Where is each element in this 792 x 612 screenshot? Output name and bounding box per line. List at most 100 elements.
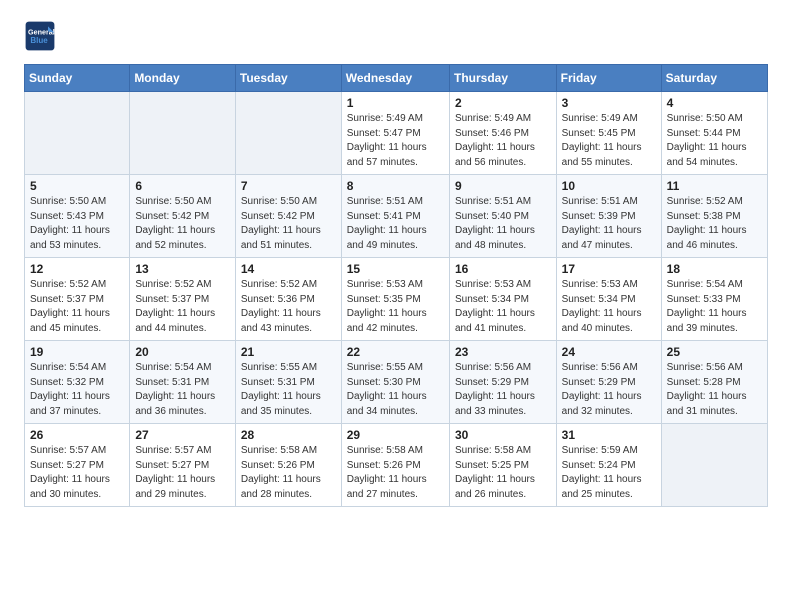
day-number: 2	[455, 96, 551, 110]
calendar-cell: 19Sunrise: 5:54 AM Sunset: 5:32 PM Dayli…	[25, 341, 130, 424]
day-info: Sunrise: 5:54 AM Sunset: 5:32 PM Dayligh…	[30, 361, 124, 419]
day-info: Sunrise: 5:49 AM Sunset: 5:46 PM Dayligh…	[455, 112, 551, 170]
calendar-cell: 20 Sunrise: 5:54 AM Sunset: 5:31 PM Dayli…	[130, 341, 236, 424]
calendar-cell: 11 Sunrise: 5:52 AM Sunset: 5:38 PM Dayli…	[661, 175, 767, 258]
day-number: 18	[667, 262, 762, 276]
day-info: Sunrise: 5:58 AM Sunset: 5:26 PM Dayligh…	[241, 444, 336, 502]
day-info: Sunrise: 5:55 AM Sunset: 5:30 PM Dayligh…	[347, 361, 444, 419]
calendar-cell: 31Sunrise: 5:59 AM Sunset: 5:24 PM Dayli…	[556, 424, 661, 507]
day-number: 14	[241, 262, 336, 276]
day-number: 8	[347, 179, 444, 193]
svg-text:General: General	[28, 27, 55, 36]
day-number: 7	[241, 179, 336, 193]
logo: General Blue	[24, 20, 56, 52]
day-number: 20	[135, 345, 230, 359]
calendar-cell: 10Sunrise: 5:51 AM Sunset: 5:39 PM Dayli…	[556, 175, 661, 258]
calendar-cell: 24 Sunrise: 5:56 AM Sunset: 5:29 PM Dayli…	[556, 341, 661, 424]
day-number: 1	[347, 96, 444, 110]
day-info: Sunrise: 5:53 AM Sunset: 5:34 PM Dayligh…	[562, 278, 656, 336]
weekday-wednesday: Wednesday	[341, 65, 449, 92]
day-info: Sunrise: 5:52 AM Sunset: 5:37 PM Dayligh…	[30, 278, 124, 336]
weekday-header-row: SundayMondayTuesdayWednesdayThursdayFrid…	[25, 65, 768, 92]
calendar-cell: 28 Sunrise: 5:58 AM Sunset: 5:26 PM Dayli…	[235, 424, 341, 507]
calendar-week-1: 5 Sunrise: 5:50 AM Sunset: 5:43 PM Daylig…	[25, 175, 768, 258]
day-number: 3	[562, 96, 656, 110]
day-info: Sunrise: 5:58 AM Sunset: 5:26 PM Dayligh…	[347, 444, 444, 502]
calendar-cell: 13 Sunrise: 5:52 AM Sunset: 5:37 PM Dayli…	[130, 258, 236, 341]
day-info: Sunrise: 5:50 AM Sunset: 5:43 PM Dayligh…	[30, 195, 124, 253]
calendar-cell: 7 Sunrise: 5:50 AM Sunset: 5:42 PM Daylig…	[235, 175, 341, 258]
calendar-week-4: 26Sunrise: 5:57 AM Sunset: 5:27 PM Dayli…	[25, 424, 768, 507]
day-number: 22	[347, 345, 444, 359]
calendar-cell: 4 Sunrise: 5:50 AM Sunset: 5:44 PM Daylig…	[661, 92, 767, 175]
calendar-cell: 21Sunrise: 5:55 AM Sunset: 5:31 PM Dayli…	[235, 341, 341, 424]
day-info: Sunrise: 5:58 AM Sunset: 5:25 PM Dayligh…	[455, 444, 551, 502]
weekday-tuesday: Tuesday	[235, 65, 341, 92]
weekday-saturday: Saturday	[661, 65, 767, 92]
calendar-cell	[661, 424, 767, 507]
weekday-thursday: Thursday	[449, 65, 556, 92]
day-number: 13	[135, 262, 230, 276]
day-number: 30	[455, 428, 551, 442]
day-number: 29	[347, 428, 444, 442]
day-info: Sunrise: 5:52 AM Sunset: 5:37 PM Dayligh…	[135, 278, 230, 336]
day-info: Sunrise: 5:57 AM Sunset: 5:27 PM Dayligh…	[30, 444, 124, 502]
calendar-cell: 16 Sunrise: 5:53 AM Sunset: 5:34 PM Dayli…	[449, 258, 556, 341]
day-info: Sunrise: 5:50 AM Sunset: 5:42 PM Dayligh…	[241, 195, 336, 253]
calendar-week-2: 12 Sunrise: 5:52 AM Sunset: 5:37 PM Dayli…	[25, 258, 768, 341]
calendar-cell: 1 Sunrise: 5:49 AM Sunset: 5:47 PM Daylig…	[341, 92, 449, 175]
calendar-week-0: 1 Sunrise: 5:49 AM Sunset: 5:47 PM Daylig…	[25, 92, 768, 175]
day-info: Sunrise: 5:49 AM Sunset: 5:45 PM Dayligh…	[562, 112, 656, 170]
calendar-cell: 3 Sunrise: 5:49 AM Sunset: 5:45 PM Daylig…	[556, 92, 661, 175]
day-number: 12	[30, 262, 124, 276]
day-number: 5	[30, 179, 124, 193]
calendar-cell: 22 Sunrise: 5:55 AM Sunset: 5:30 PM Dayli…	[341, 341, 449, 424]
day-info: Sunrise: 5:54 AM Sunset: 5:33 PM Dayligh…	[667, 278, 762, 336]
day-info: Sunrise: 5:56 AM Sunset: 5:29 PM Dayligh…	[562, 361, 656, 419]
day-number: 24	[562, 345, 656, 359]
calendar-week-3: 19Sunrise: 5:54 AM Sunset: 5:32 PM Dayli…	[25, 341, 768, 424]
weekday-friday: Friday	[556, 65, 661, 92]
day-info: Sunrise: 5:53 AM Sunset: 5:34 PM Dayligh…	[455, 278, 551, 336]
day-number: 11	[667, 179, 762, 193]
day-info: Sunrise: 5:51 AM Sunset: 5:40 PM Dayligh…	[455, 195, 551, 253]
calendar-cell	[25, 92, 130, 175]
day-number: 23	[455, 345, 551, 359]
day-info: Sunrise: 5:53 AM Sunset: 5:35 PM Dayligh…	[347, 278, 444, 336]
day-info: Sunrise: 5:54 AM Sunset: 5:31 PM Dayligh…	[135, 361, 230, 419]
calendar-cell: 27Sunrise: 5:57 AM Sunset: 5:27 PM Dayli…	[130, 424, 236, 507]
day-info: Sunrise: 5:49 AM Sunset: 5:47 PM Dayligh…	[347, 112, 444, 170]
header: General Blue	[24, 20, 768, 52]
calendar-cell: 23Sunrise: 5:56 AM Sunset: 5:29 PM Dayli…	[449, 341, 556, 424]
day-number: 27	[135, 428, 230, 442]
calendar-cell: 18 Sunrise: 5:54 AM Sunset: 5:33 PM Dayli…	[661, 258, 767, 341]
calendar: SundayMondayTuesdayWednesdayThursdayFrid…	[24, 64, 768, 507]
day-number: 17	[562, 262, 656, 276]
calendar-cell: 5 Sunrise: 5:50 AM Sunset: 5:43 PM Daylig…	[25, 175, 130, 258]
day-info: Sunrise: 5:52 AM Sunset: 5:38 PM Dayligh…	[667, 195, 762, 253]
day-info: Sunrise: 5:50 AM Sunset: 5:44 PM Dayligh…	[667, 112, 762, 170]
calendar-cell: 2 Sunrise: 5:49 AM Sunset: 5:46 PM Daylig…	[449, 92, 556, 175]
calendar-cell	[130, 92, 236, 175]
day-number: 4	[667, 96, 762, 110]
page: General Blue SundayMondayTuesdayWednesda…	[0, 0, 792, 527]
day-info: Sunrise: 5:59 AM Sunset: 5:24 PM Dayligh…	[562, 444, 656, 502]
day-number: 15	[347, 262, 444, 276]
calendar-cell: 15 Sunrise: 5:53 AM Sunset: 5:35 PM Dayli…	[341, 258, 449, 341]
day-info: Sunrise: 5:52 AM Sunset: 5:36 PM Dayligh…	[241, 278, 336, 336]
calendar-cell: 25Sunrise: 5:56 AM Sunset: 5:28 PM Dayli…	[661, 341, 767, 424]
svg-text:Blue: Blue	[30, 36, 48, 45]
calendar-cell: 12 Sunrise: 5:52 AM Sunset: 5:37 PM Dayli…	[25, 258, 130, 341]
day-info: Sunrise: 5:51 AM Sunset: 5:41 PM Dayligh…	[347, 195, 444, 253]
calendar-cell: 26Sunrise: 5:57 AM Sunset: 5:27 PM Dayli…	[25, 424, 130, 507]
calendar-cell: 29 Sunrise: 5:58 AM Sunset: 5:26 PM Dayli…	[341, 424, 449, 507]
calendar-cell: 9Sunrise: 5:51 AM Sunset: 5:40 PM Daylig…	[449, 175, 556, 258]
day-info: Sunrise: 5:51 AM Sunset: 5:39 PM Dayligh…	[562, 195, 656, 253]
calendar-cell	[235, 92, 341, 175]
day-info: Sunrise: 5:55 AM Sunset: 5:31 PM Dayligh…	[241, 361, 336, 419]
logo-icon: General Blue	[24, 20, 56, 52]
day-info: Sunrise: 5:50 AM Sunset: 5:42 PM Dayligh…	[135, 195, 230, 253]
weekday-monday: Monday	[130, 65, 236, 92]
day-number: 16	[455, 262, 551, 276]
day-number: 28	[241, 428, 336, 442]
